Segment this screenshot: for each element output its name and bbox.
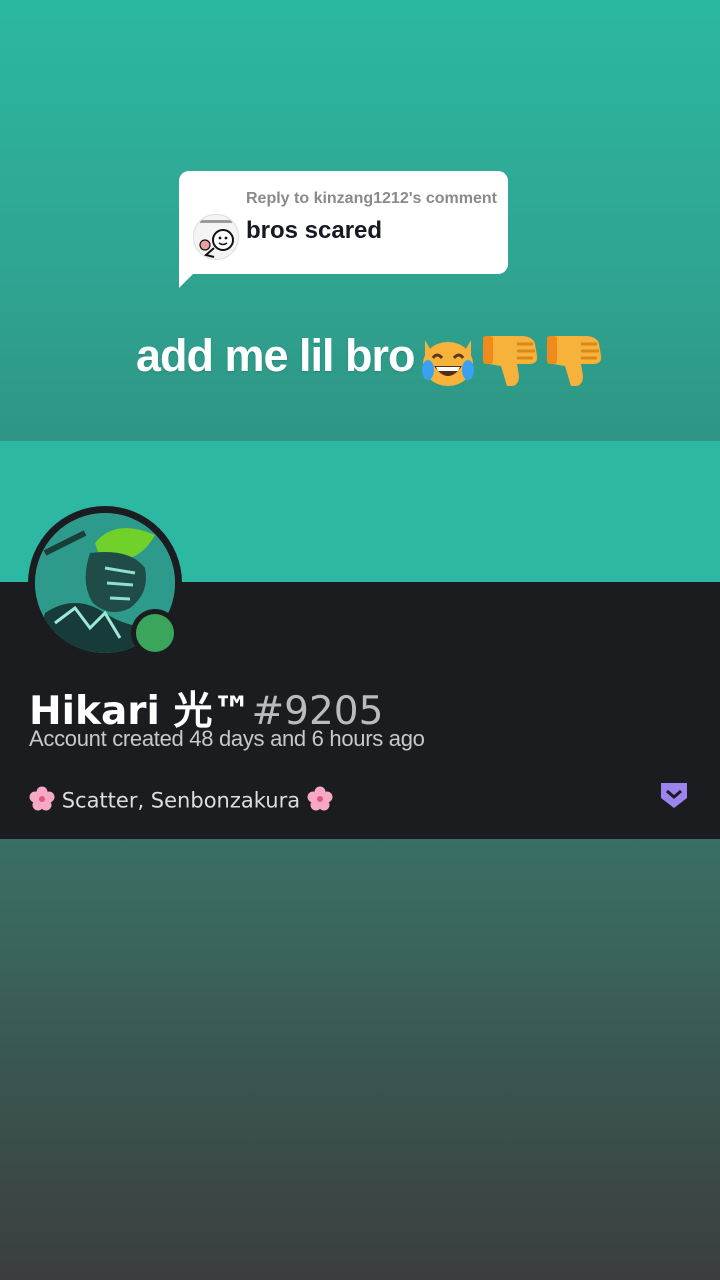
- hypesquad-icon[interactable]: [659, 780, 689, 810]
- caption-text: add me lil bro: [136, 330, 416, 381]
- custom-status-text: Scatter, Senbonzakura: [61, 788, 301, 813]
- account-created: Account created 48 days and 6 hours ago: [29, 726, 425, 751]
- thumbs-down-icon: [545, 330, 607, 401]
- custom-status: Scatter, Senbonzakura: [29, 786, 333, 817]
- cherry-blossom-icon: [307, 786, 333, 817]
- cat-tears-of-joy-icon: [417, 330, 479, 401]
- online-status-icon: [136, 614, 174, 652]
- video-caption: add me lil bro: [136, 330, 607, 401]
- thumbs-down-icon: [481, 330, 543, 401]
- reply-header: Reply to kinzang1212's comment: [246, 190, 497, 207]
- meme-face-icon: [194, 215, 238, 259]
- reply-comment-text: bros scared: [246, 217, 383, 244]
- reply-card-tail: [179, 266, 201, 288]
- cherry-blossom-icon: [29, 786, 55, 817]
- commenter-avatar[interactable]: [193, 214, 239, 260]
